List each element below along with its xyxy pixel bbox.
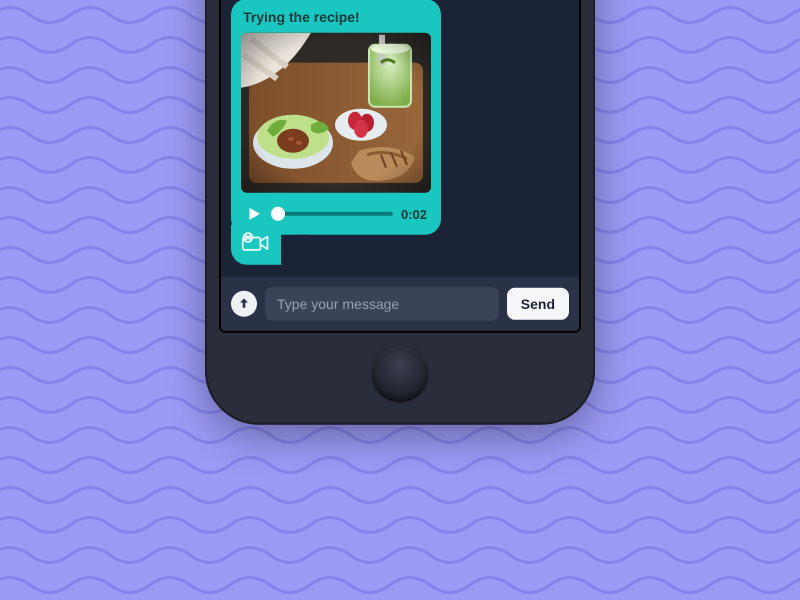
composer-bar: Send bbox=[221, 277, 579, 331]
bubble-tail-notch bbox=[281, 235, 311, 265]
upload-button[interactable] bbox=[231, 291, 257, 317]
app-screen: Trying the recipe! bbox=[219, 0, 581, 333]
home-button[interactable] bbox=[372, 346, 428, 402]
phone-frame: Trying the recipe! bbox=[205, 0, 595, 425]
arrow-up-icon bbox=[236, 296, 252, 312]
message-caption: Trying the recipe! bbox=[243, 9, 429, 25]
play-icon[interactable] bbox=[245, 205, 263, 223]
chat-scroll[interactable]: Trying the recipe! bbox=[221, 0, 579, 277]
seek-knob[interactable] bbox=[271, 207, 285, 221]
incoming-media-bubble: Trying the recipe! bbox=[231, 0, 441, 235]
message-input[interactable] bbox=[265, 287, 499, 321]
video-camera-icon bbox=[241, 231, 271, 258]
send-button[interactable]: Send bbox=[507, 288, 569, 320]
duration-label: 0:02 bbox=[401, 206, 427, 221]
seek-track[interactable] bbox=[271, 212, 393, 216]
video-thumbnail[interactable] bbox=[241, 33, 431, 193]
bubble-tail bbox=[231, 225, 281, 265]
audio-player: 0:02 bbox=[241, 205, 431, 225]
incoming-message-row: Trying the recipe! bbox=[231, 0, 569, 235]
